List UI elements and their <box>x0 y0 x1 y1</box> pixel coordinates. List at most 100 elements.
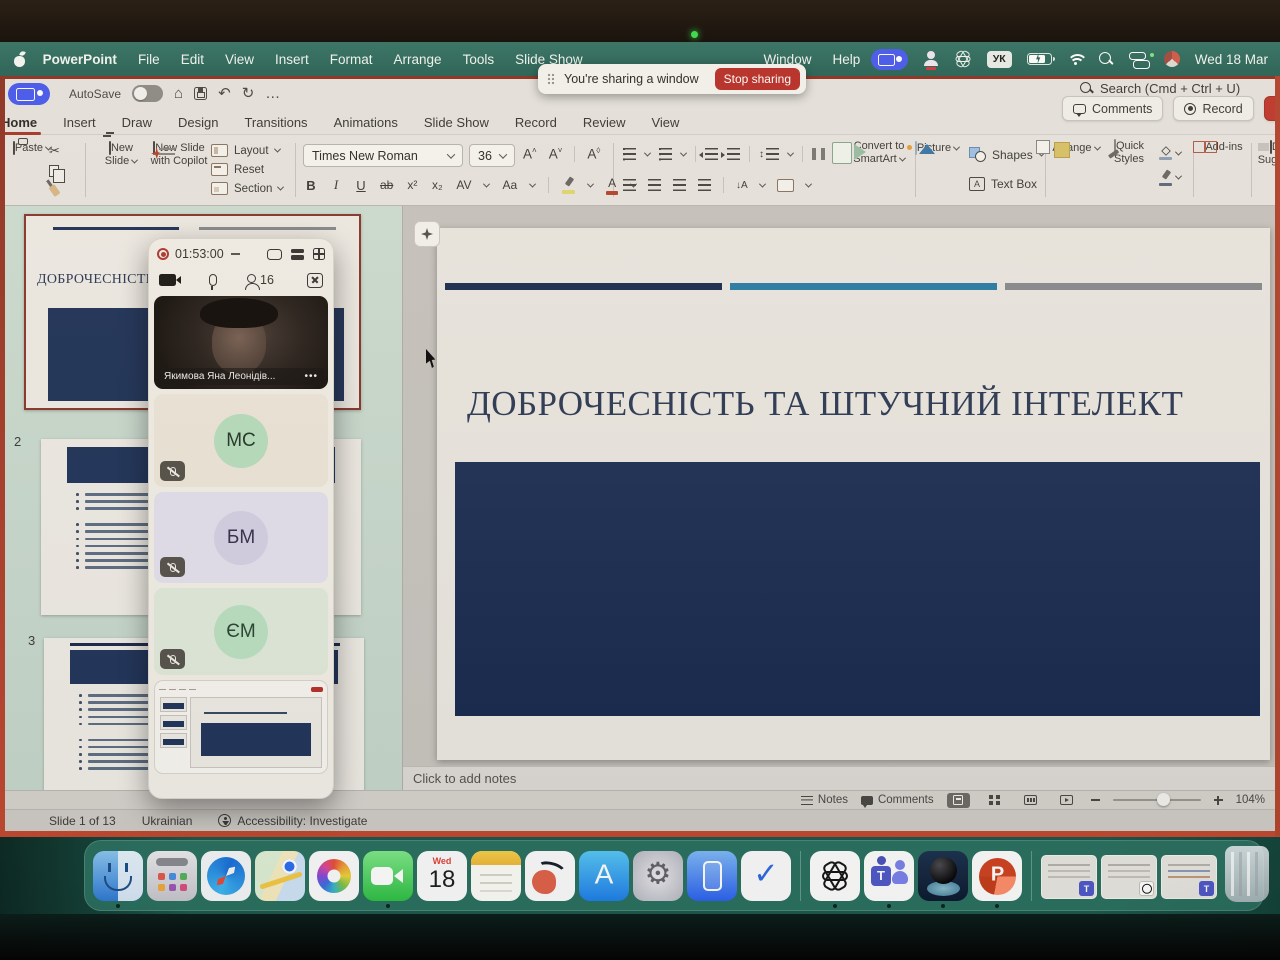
menu-format[interactable]: Format <box>319 52 383 67</box>
subscript-button[interactable]: x₂ <box>431 178 443 192</box>
apple-menu-icon[interactable] <box>14 52 25 67</box>
tab-insert[interactable]: Insert <box>50 111 109 134</box>
minimal-view-icon[interactable] <box>267 249 282 260</box>
dock-minimized-window-3[interactable] <box>1161 855 1217 899</box>
menu-help[interactable]: Help <box>822 52 871 67</box>
section-button[interactable]: Section <box>211 182 283 195</box>
bullets-button[interactable] <box>623 148 636 160</box>
control-center-icon[interactable] <box>1129 52 1149 67</box>
dock-maps-icon[interactable] <box>255 851 305 901</box>
notes-toggle[interactable]: Notes <box>801 794 848 806</box>
tab-review[interactable]: Review <box>570 111 639 134</box>
reading-view-button[interactable] <box>1019 793 1042 808</box>
new-slide-with-copilot-button[interactable]: New Slide with Copilot <box>148 142 210 167</box>
tab-design[interactable]: Design <box>165 111 231 134</box>
decrease-indent-button[interactable] <box>705 148 718 160</box>
slide-canvas[interactable]: ДОБРОЧЕСНІСТЬ ТА ШТУЧНИЙ ІНТЕЛЕКТ <box>437 228 1270 760</box>
dock-freeform-icon[interactable] <box>525 851 575 901</box>
bold-button[interactable]: B <box>305 178 317 193</box>
screen-sharing-status-icon[interactable] <box>871 49 908 70</box>
more-commands-icon[interactable]: … <box>265 86 280 101</box>
slideshow-view-button[interactable] <box>1055 793 1078 808</box>
shape-outline-button[interactable] <box>1159 170 1181 187</box>
shapes-button[interactable]: Shapes <box>969 147 1044 162</box>
tab-transitions[interactable]: Transitions <box>231 111 320 134</box>
justify-button[interactable] <box>698 179 711 191</box>
slide-sorter-view-button[interactable] <box>983 793 1006 808</box>
dock-chatgpt-icon[interactable] <box>810 851 860 901</box>
paste-button[interactable]: Paste <box>11 142 53 155</box>
tab-animations[interactable]: Animations <box>321 111 411 134</box>
arrange-button[interactable]: Arrange <box>1051 142 1101 155</box>
participant-tile-3[interactable]: ЄМ <box>154 588 328 675</box>
camera-toggle-icon[interactable] <box>159 274 176 286</box>
menu-view[interactable]: View <box>214 52 264 67</box>
language-indicator[interactable]: Ukrainian <box>142 814 193 828</box>
zoom-floating-window[interactable]: 01:53:00 16 Якимова Яна Леонідів... ••• <box>148 238 334 799</box>
input-language-badge[interactable]: УК <box>987 51 1012 68</box>
participant-tile-1[interactable]: МС <box>154 394 328 487</box>
participant-tile-2[interactable]: БМ <box>154 492 328 583</box>
zoom-in-button[interactable] <box>1214 796 1223 805</box>
wifi-icon[interactable] <box>1067 53 1084 66</box>
stop-sharing-button[interactable]: Stop sharing <box>715 68 800 90</box>
zoom-slider[interactable] <box>1113 799 1201 802</box>
dock-widgets-icon[interactable] <box>147 851 197 901</box>
line-spacing-button[interactable]: ↕ <box>759 148 779 160</box>
active-speaker-video-tile[interactable]: Якимова Яна Леонідів... ••• <box>154 296 328 389</box>
convert-to-smartart-button[interactable]: Convert to SmartArt <box>847 140 911 165</box>
tab-home[interactable]: Home <box>0 111 50 134</box>
presenting-indicator-icon[interactable] <box>8 83 50 105</box>
new-slide-button[interactable]: New Slide <box>97 142 145 167</box>
cut-icon[interactable]: ✂ <box>49 143 60 159</box>
accessibility-status[interactable]: Accessibility: Investigate <box>218 814 367 828</box>
slide-navy-rectangle[interactable] <box>455 462 1260 716</box>
comments-button[interactable]: Comments <box>1062 96 1163 121</box>
teams-status-icon[interactable] <box>923 51 939 68</box>
tab-slide-show[interactable]: Slide Show <box>411 111 502 134</box>
text-box-button[interactable]: Text Box <box>969 177 1037 191</box>
slide-title[interactable]: ДОБРОЧЕСНІСТЬ ТА ШТУЧНИЙ ІНТЕЛЕКТ <box>467 384 1257 424</box>
superscript-button[interactable]: x² <box>406 178 418 192</box>
menu-tools[interactable]: Tools <box>452 52 505 67</box>
text-direction-button[interactable]: ↓A <box>736 180 748 191</box>
layout-button[interactable]: Layout <box>211 144 283 157</box>
dock-safari-icon[interactable] <box>201 851 251 901</box>
align-text-button[interactable] <box>777 179 794 192</box>
clear-formatting-button[interactable]: A◊ <box>587 146 600 162</box>
align-left-button[interactable] <box>623 179 636 191</box>
numbering-button[interactable] <box>659 148 672 160</box>
tab-view[interactable]: View <box>638 111 692 134</box>
increase-indent-button[interactable] <box>727 148 740 160</box>
font-color-button[interactable]: A <box>606 176 618 195</box>
picture-button[interactable]: Picture <box>913 142 961 155</box>
menu-powerpoint[interactable]: PowerPoint <box>32 52 127 67</box>
font-size-select[interactable]: 36 <box>469 144 515 167</box>
search-box[interactable]: Search (Cmd + Ctrl + U) <box>1080 81 1240 96</box>
zoom-level[interactable]: 104% <box>1236 794 1265 806</box>
menu-edit[interactable]: Edit <box>170 52 214 67</box>
dock-calendar-icon[interactable]: Wed 18 <box>417 851 467 901</box>
notes-pane[interactable]: Click to add notes <box>403 766 1275 790</box>
underline-button[interactable]: U <box>355 178 367 193</box>
strikethrough-button[interactable]: ab <box>380 178 393 192</box>
home-icon[interactable]: ⌂ <box>174 86 183 101</box>
format-painter-icon[interactable] <box>48 184 60 197</box>
speaker-view-icon[interactable] <box>291 249 304 260</box>
battery-icon[interactable] <box>1027 53 1052 65</box>
undo-icon[interactable]: ↶ <box>218 86 231 101</box>
add-ins-button[interactable]: Add-ins <box>1201 141 1247 154</box>
dock-trash-icon[interactable] <box>1225 846 1269 902</box>
browser-status-icon[interactable] <box>1164 51 1180 67</box>
align-right-button[interactable] <box>673 179 686 191</box>
highlight-color-button[interactable] <box>562 177 575 194</box>
decrease-font-button[interactable]: A˅ <box>549 146 563 162</box>
dock-todo-icon[interactable] <box>741 851 791 901</box>
slide-counter[interactable]: Slide 1 of 13 <box>49 814 116 828</box>
tab-draw[interactable]: Draw <box>109 111 165 134</box>
drag-handle-icon[interactable] <box>547 73 555 85</box>
dock-settings-icon[interactable] <box>633 851 683 901</box>
dock-camera-app-icon[interactable] <box>918 851 968 901</box>
autosave-toggle[interactable] <box>132 85 163 102</box>
comments-toggle[interactable]: Comments <box>861 794 934 806</box>
